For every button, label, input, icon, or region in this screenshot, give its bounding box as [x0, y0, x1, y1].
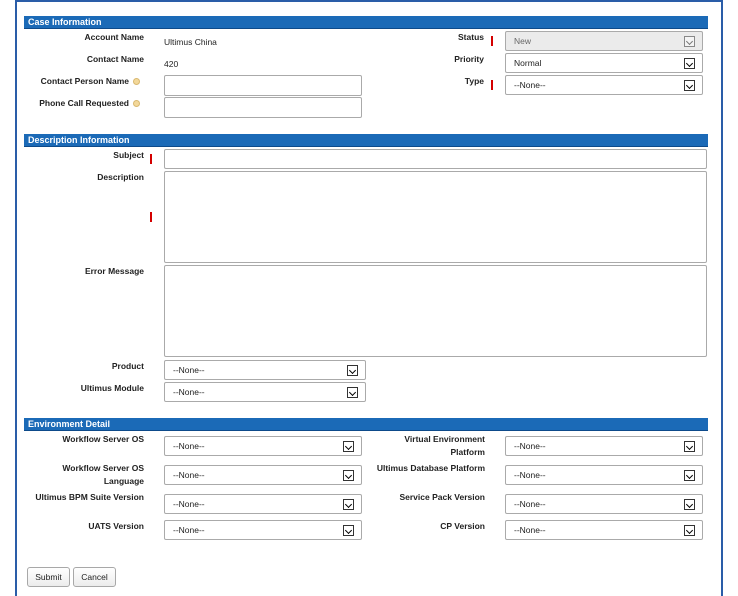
contact-person-name-label: Contact Person Name [40, 76, 129, 86]
cp-version-select[interactable]: --None-- [505, 520, 703, 540]
chevron-down-icon [684, 80, 695, 91]
ultimus-database-platform-select[interactable]: --None-- [505, 465, 703, 485]
page-frame-top [15, 0, 723, 2]
virtual-environment-platform-select[interactable]: --None-- [505, 436, 703, 456]
chevron-down-icon [343, 525, 354, 536]
cp-version-label: CP Version [440, 521, 485, 531]
environment-detail-header: Environment Detail [24, 418, 708, 431]
service-pack-version-label: Service Pack Version [399, 492, 485, 502]
priority-select[interactable]: Normal [505, 53, 703, 73]
description-textarea[interactable] [164, 171, 707, 263]
description-label: Description [97, 172, 144, 182]
uats-version-label: UATS Version [88, 521, 144, 531]
type-select[interactable]: --None-- [505, 75, 703, 95]
ultimus-module-select[interactable]: --None-- [164, 382, 366, 402]
product-label: Product [111, 361, 144, 371]
required-indicator [491, 36, 493, 46]
label-line: Virtual Environment [404, 434, 485, 444]
help-icon[interactable] [133, 78, 140, 85]
description-information-header: Description Information [24, 134, 708, 147]
phone-call-requested-label: Phone Call Requested [39, 98, 129, 108]
chevron-down-icon [347, 387, 358, 398]
error-message-textarea[interactable] [164, 265, 707, 357]
account-name-label: Account Name [84, 32, 144, 42]
ultimus-bpm-suite-version-select-value: --None-- [173, 499, 205, 509]
workflow-server-os-label: Workflow Server OS [62, 434, 144, 444]
cp-version-select-value: --None-- [514, 525, 546, 535]
chevron-down-icon [684, 58, 695, 69]
priority-label: Priority [454, 54, 484, 64]
chevron-down-icon [684, 499, 695, 510]
virtual-environment-platform-select-value: --None-- [514, 441, 546, 451]
contact-person-name-input[interactable] [164, 75, 362, 96]
product-select-value: --None-- [173, 365, 205, 375]
status-label: Status [458, 32, 484, 42]
label-line: Platform [450, 447, 485, 457]
workflow-server-os-language-label: Workflow Server OS Language [20, 463, 144, 487]
chevron-down-icon [684, 36, 695, 47]
submit-button[interactable]: Submit [27, 567, 70, 587]
uats-version-select[interactable]: --None-- [164, 520, 362, 540]
help-icon[interactable] [133, 100, 140, 107]
chevron-down-icon [343, 441, 354, 452]
ultimus-database-platform-label: Ultimus Database Platform [376, 463, 485, 473]
case-information-header: Case Information [24, 16, 708, 29]
ultimus-module-select-value: --None-- [173, 387, 205, 397]
subject-input[interactable] [164, 149, 707, 169]
required-indicator [150, 212, 152, 222]
chevron-down-icon [684, 441, 695, 452]
ultimus-bpm-suite-version-label: Ultimus BPM Suite Version [35, 492, 144, 502]
priority-select-value: Normal [514, 58, 542, 68]
cancel-button[interactable]: Cancel [73, 567, 116, 587]
type-label: Type [464, 76, 484, 86]
workflow-server-os-select-value: --None-- [173, 441, 205, 451]
chevron-down-icon [684, 525, 695, 536]
product-select[interactable]: --None-- [164, 360, 366, 380]
uats-version-select-value: --None-- [173, 525, 205, 535]
account-name-value: Ultimus China [164, 37, 217, 47]
page-frame-right [721, 0, 723, 596]
service-pack-version-select[interactable]: --None-- [505, 494, 703, 514]
phone-call-requested-input[interactable] [164, 97, 362, 118]
chevron-down-icon [343, 470, 354, 481]
status-select-value: New [514, 36, 532, 46]
error-message-label: Error Message [84, 266, 144, 276]
ultimus-bpm-suite-version-select[interactable]: --None-- [164, 494, 362, 514]
required-indicator [150, 154, 152, 164]
workflow-server-os-language-select-value: --None-- [173, 470, 205, 480]
chevron-down-icon [684, 470, 695, 481]
required-indicator [491, 80, 493, 90]
type-select-value: --None-- [514, 80, 546, 90]
subject-label: Subject [113, 150, 144, 160]
workflow-server-os-select[interactable]: --None-- [164, 436, 362, 456]
service-pack-version-select-value: --None-- [514, 499, 546, 509]
contact-name-value: 420 [164, 59, 179, 69]
chevron-down-icon [347, 365, 358, 376]
label-line: Workflow Server OS [62, 463, 144, 473]
ultimus-database-platform-select-value: --None-- [514, 470, 546, 480]
virtual-environment-platform-label: Virtual Environment Platform [370, 434, 485, 458]
status-select[interactable]: New [505, 31, 703, 51]
label-line: Language [103, 476, 144, 486]
page-frame-left [15, 0, 17, 596]
ultimus-module-label: Ultimus Module [80, 383, 144, 393]
workflow-server-os-language-select[interactable]: --None-- [164, 465, 362, 485]
contact-name-label: Contact Name [86, 54, 144, 64]
chevron-down-icon [343, 499, 354, 510]
